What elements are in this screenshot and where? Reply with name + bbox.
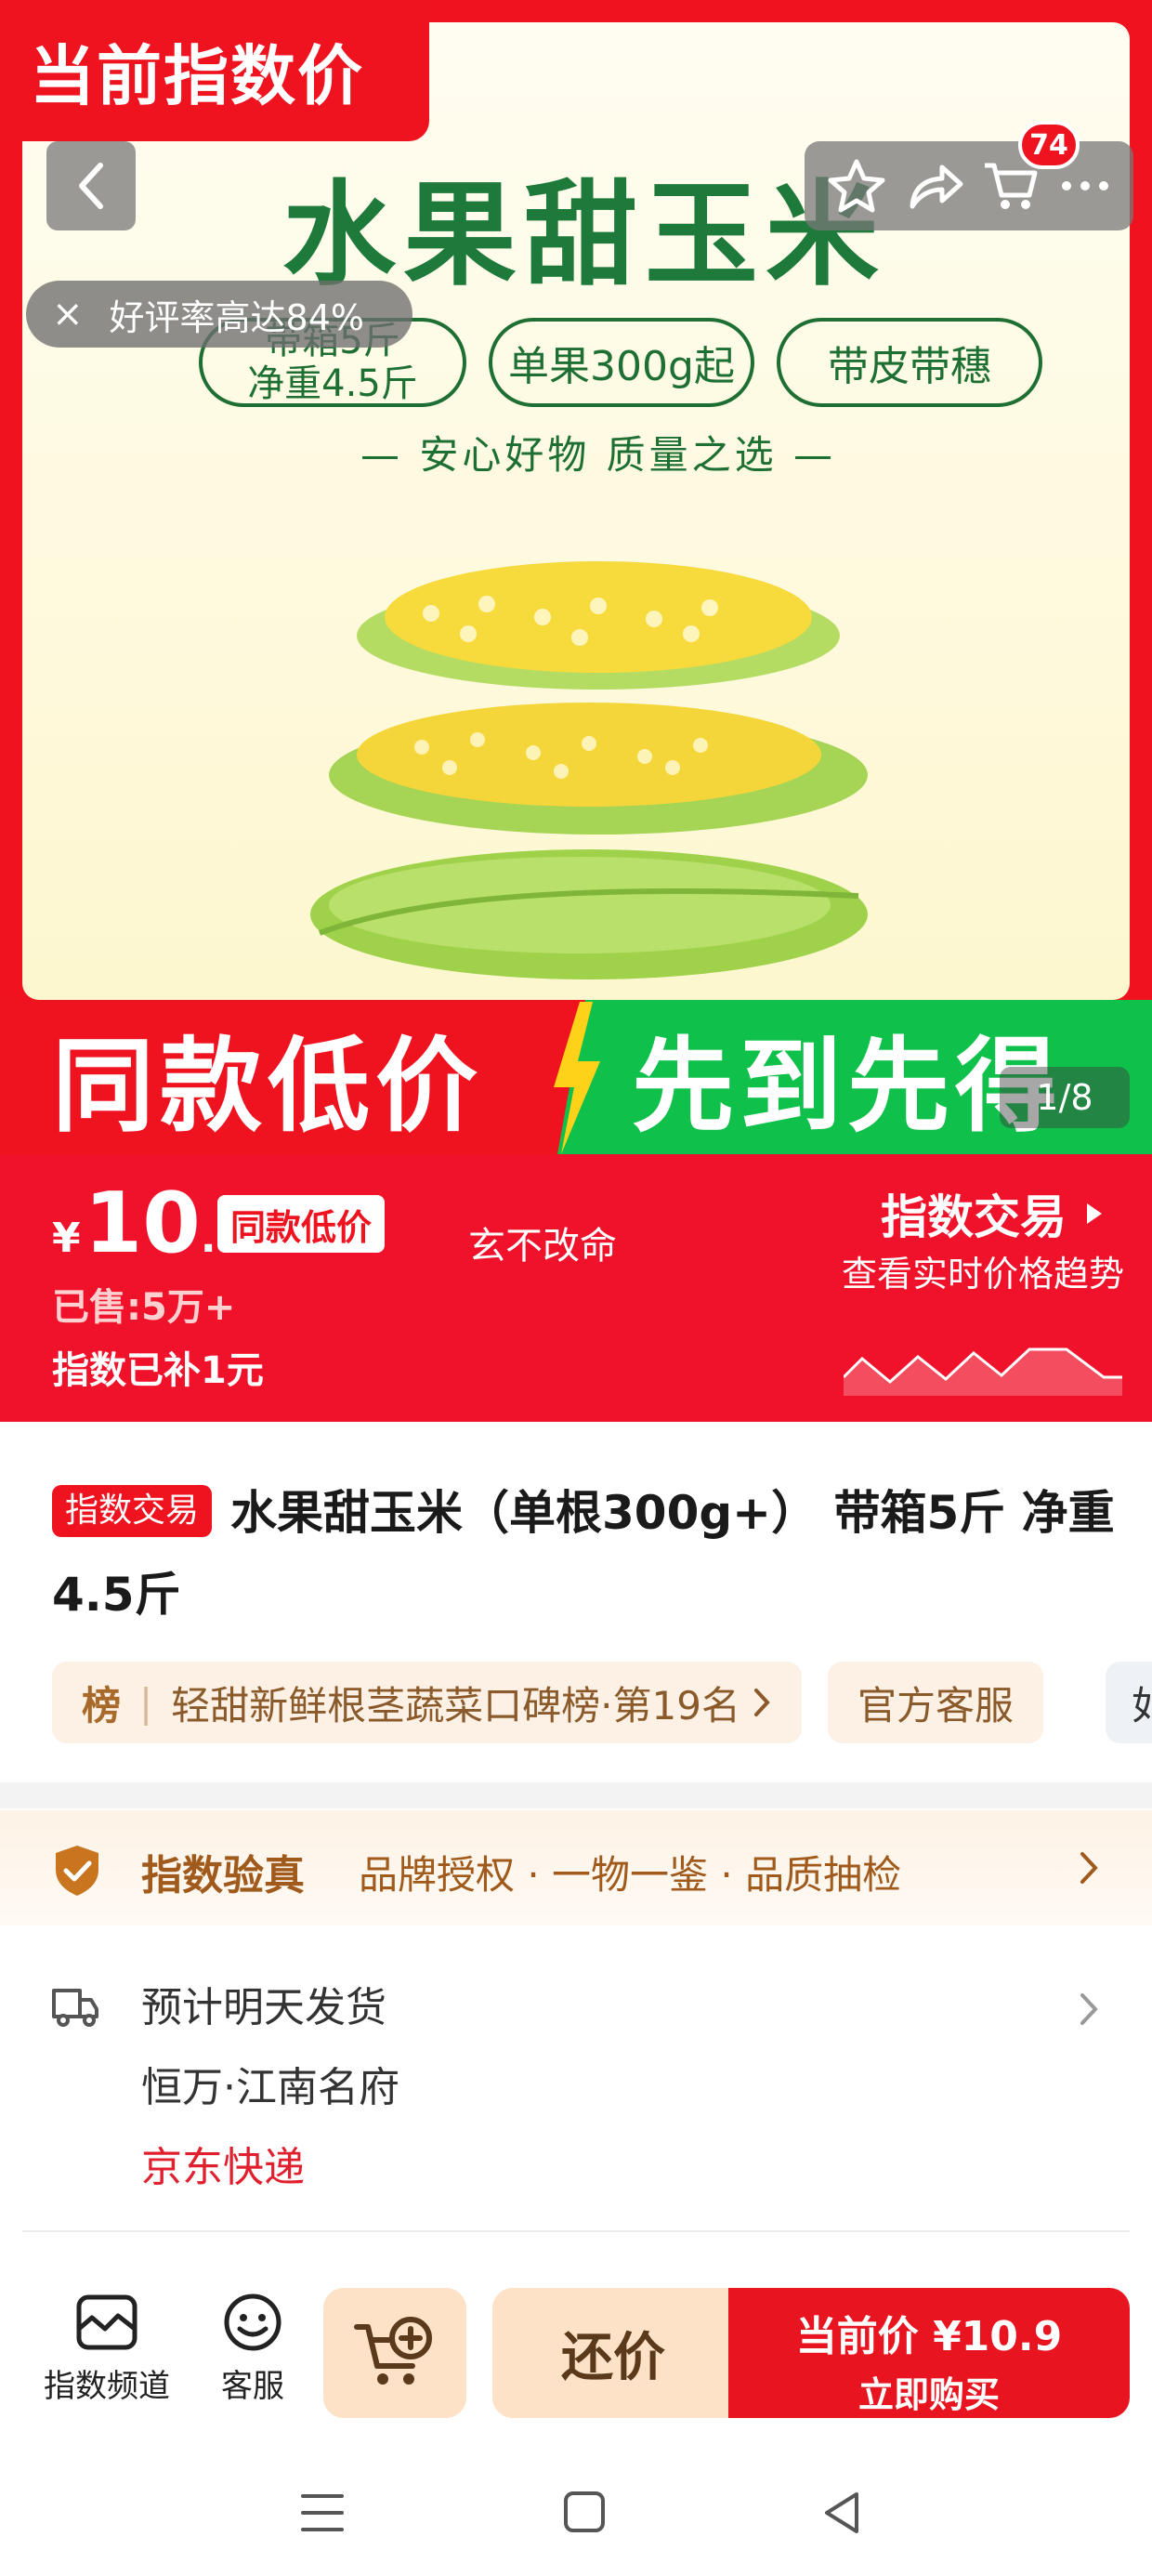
chevron-left-icon (79, 163, 103, 209)
index-trade-link[interactable]: 指数交易 (881, 1180, 1107, 1247)
ranking-chip[interactable]: 榜 | 轻甜新鲜根茎蔬菜口碑榜·第19名 (52, 1662, 802, 1743)
same-low-price-banner: 同款低价 (0, 1000, 576, 1154)
product-title: 指数交易 水果甜玉米（单根300g+） 带箱5斤 净重4.5斤 (52, 1472, 1130, 1636)
lightning-icon (554, 1002, 600, 1154)
spec-pill-size: 单果300g起 (489, 318, 754, 407)
shipping-row[interactable]: 预计明天发货 恒万·江南名府 京东快递 (0, 1961, 1152, 2240)
current-index-price-label: 当前指数价 (0, 0, 429, 141)
star-icon[interactable] (827, 156, 886, 216)
index-channel-label: 指数频道 (44, 2368, 170, 2405)
shield-check-icon (56, 1846, 98, 1896)
delivery-truck-icon (52, 1989, 98, 2027)
authenticity-title: 指数验真 (141, 1852, 305, 1899)
sold-count: 已售:5万+ (52, 1286, 236, 1329)
top-actions (805, 141, 1133, 230)
price-trend-sparkline (844, 1347, 1122, 1396)
image-slogan: — 安心好物 质量之选 — (360, 432, 837, 478)
index-channel-button[interactable]: 指数频道 (37, 2292, 177, 2406)
courier-name: 京东快递 (141, 2144, 305, 2191)
chevron-right-icon (1087, 1203, 1102, 1224)
system-navigation-bar (0, 2450, 1152, 2576)
index-trade-tag: 指数交易 (52, 1485, 213, 1537)
corn-illustration (310, 561, 868, 979)
bottom-action-bar: 指数频道 客服 还价 当前价 ¥10.9 立即购买 (0, 2264, 1152, 2450)
menu-icon[interactable] (299, 2491, 346, 2535)
badge-chips: 榜 | 轻甜新鲜根茎蔬菜口碑榜·第19名 官方客服 (52, 1662, 1069, 1745)
shipping-address: 恒万·江南名府 (141, 2064, 399, 2111)
customer-service-button[interactable]: 客服 (206, 2292, 299, 2406)
store-icon (76, 2294, 137, 2350)
same-low-price-badge: 同款低价 (217, 1195, 386, 1253)
spec-pill-husk: 带皮带穗 (777, 318, 1042, 407)
motto-text: 玄不改命 (468, 1225, 617, 1268)
price-bar: ¥ 10 .9 同款低价 已售:5万+ 指数已补1元 玄不改命 指数交易 查看实… (0, 1154, 1152, 1422)
image-counter: 1/8 (1000, 1067, 1130, 1128)
authenticity-desc: 品牌授权 · 一物一鉴 · 品质抽检 (359, 1852, 902, 1898)
chevron-right-icon (1080, 1993, 1098, 2025)
toast-close-icon[interactable]: × (52, 293, 84, 335)
rating-toast: × 好评率高达84% (26, 281, 412, 348)
official-service-chip[interactable]: 官方客服 (827, 1662, 1043, 1743)
price: ¥ 10 .9 (52, 1175, 244, 1272)
price-currency: ¥ (52, 1215, 81, 1262)
ranking-icon: 榜 (82, 1682, 122, 1728)
smile-face-icon (224, 2293, 281, 2351)
buy-price-label: 当前价 ¥10.9 (795, 2313, 1063, 2360)
home-square-icon[interactable] (561, 2489, 608, 2535)
customer-service-label: 客服 (221, 2368, 284, 2405)
chevron-right-icon (753, 1689, 770, 1716)
buy-now-label: 立即购买 (857, 2374, 1000, 2415)
add-to-cart-button[interactable] (323, 2288, 466, 2418)
buy-now-button[interactable]: 当前价 ¥10.9 立即购买 (728, 2288, 1130, 2418)
subsidy-text: 指数已补1元 (52, 1349, 264, 1392)
cart-count-badge: 74 (1018, 121, 1080, 169)
back-button[interactable] (46, 141, 136, 230)
toast-text: 好评率高达84% (109, 296, 364, 338)
price-trend-link[interactable]: 查看实时价格趋势 (842, 1245, 1124, 1296)
product-page: 水果甜玉米 带箱5斤 净重4.5斤 单果300g起 带皮带穗 — 安心好物 质量… (0, 0, 1152, 2576)
share-icon[interactable] (905, 156, 964, 216)
cart-plus-icon (354, 2317, 432, 2385)
partial-chip[interactable]: 如 (1106, 1662, 1152, 1743)
shipping-eta: 预计明天发货 (141, 1984, 386, 2031)
price-integer: 10 (84, 1175, 201, 1272)
back-triangle-icon[interactable] (819, 2489, 864, 2537)
bargain-button[interactable]: 还价 (492, 2288, 734, 2418)
ranking-text: 轻甜新鲜根茎蔬菜口碑榜·第19名 (171, 1682, 740, 1728)
authenticity-row[interactable]: 指数验真 品牌授权 · 一物一鉴 · 品质抽检 (0, 1810, 1152, 1925)
divider (22, 2230, 1130, 2232)
section-divider (0, 1782, 1152, 1808)
chevron-right-icon (1080, 1852, 1098, 1884)
